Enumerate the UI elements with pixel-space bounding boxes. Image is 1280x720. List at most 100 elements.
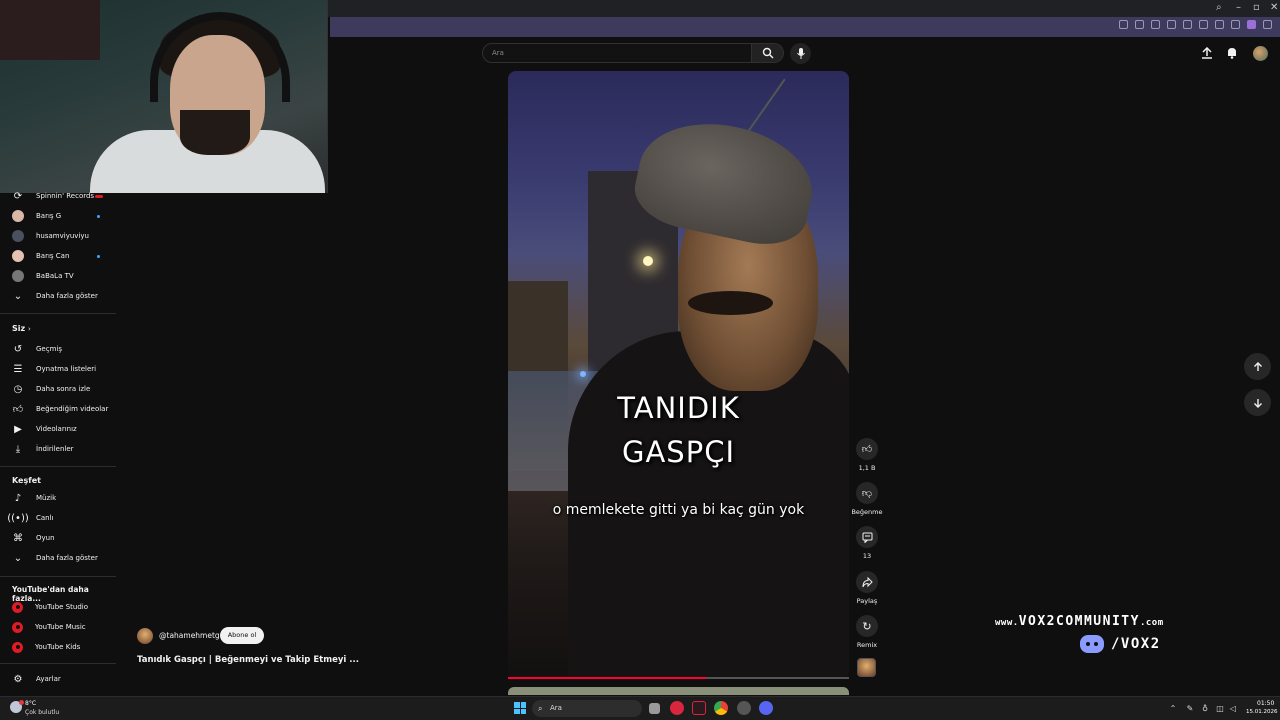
channel-name[interactable]: @tahamehmetg	[159, 631, 220, 640]
search-button[interactable]	[752, 43, 784, 63]
previous-video-button[interactable]	[1244, 353, 1271, 380]
notifications-button[interactable]	[1225, 46, 1239, 60]
sidebar-item-liked-videos[interactable]: 👍︎ Beğendiğim videolar	[0, 399, 118, 419]
tray-app-icon[interactable]: ✎	[1185, 703, 1195, 713]
menu-icon[interactable]	[1215, 20, 1224, 29]
upload-button[interactable]	[1200, 46, 1214, 60]
search-icon	[762, 47, 773, 59]
clock-date[interactable]: 15.01.2026	[1246, 709, 1278, 715]
share-action[interactable]: Paylaş	[850, 571, 884, 605]
you-heading[interactable]: Siz ›	[12, 324, 31, 333]
show-more-explore[interactable]: ⌄ Daha fazla göster	[0, 548, 118, 568]
explore-heading: Keşfet	[12, 476, 41, 485]
sidebar-item-settings[interactable]: ⚙ Ayarlar	[0, 669, 118, 689]
vivaldi-icon[interactable]	[692, 701, 706, 715]
live-badge	[95, 194, 103, 198]
comments-button[interactable]	[856, 526, 878, 548]
settings-icon[interactable]	[1263, 20, 1272, 29]
close-button[interactable]: ✕	[1270, 2, 1278, 13]
video-progress-bar[interactable]	[508, 677, 849, 679]
sidebar-item-playlists[interactable]: ☰ Oynatma listeleri	[0, 359, 118, 379]
channel-avatar[interactable]	[137, 628, 153, 644]
sidebar-item-subscription[interactable]: ⟳ Spinnin' Records	[0, 186, 118, 206]
user-icon[interactable]	[1231, 20, 1240, 29]
chrome-icon[interactable]	[714, 701, 728, 715]
app-icon[interactable]	[737, 701, 751, 715]
sidebar-item-subscription[interactable]: BaBaLa TV	[0, 266, 118, 286]
like-button[interactable]: 👍︎	[856, 438, 878, 460]
screen: ⌕ – ▫ ✕ ⟳ Spinnin' Records Barış G husam…	[0, 0, 1280, 720]
chevron-right-icon: ›	[27, 325, 31, 333]
show-more-subscriptions[interactable]: ⌄ Daha fazla göster	[0, 286, 118, 306]
account-avatar[interactable]	[1253, 46, 1268, 61]
search-input[interactable]: Ara	[482, 43, 752, 63]
sidebar-item-downloads[interactable]: ⤓ İndirilenler	[0, 439, 118, 459]
share-button[interactable]	[856, 571, 878, 593]
sidebar-item-label: İndirilenler	[36, 445, 74, 453]
download-icon[interactable]	[1199, 20, 1208, 29]
minimize-button[interactable]: –	[1236, 2, 1241, 13]
sidebar-item-label: BaBaLa TV	[36, 272, 74, 280]
youtube-kids-icon	[12, 641, 23, 653]
discord-taskbar-icon[interactable]	[759, 701, 773, 715]
remix-action[interactable]: ↻ Remix	[850, 615, 884, 649]
search-icon: ⌕	[538, 704, 543, 713]
sidebar-item-your-videos[interactable]: ▶ Videolarınız	[0, 419, 118, 439]
next-video-preview[interactable]	[508, 687, 849, 695]
like-action[interactable]: 👍︎ 1,1 B	[850, 438, 884, 472]
start-button[interactable]	[514, 702, 526, 714]
weather-description[interactable]: Çok bulutlu	[25, 709, 59, 716]
dislike-button[interactable]: 👎︎	[856, 482, 878, 504]
chevron-down-icon: ⌄	[13, 290, 23, 302]
video-title[interactable]: Tanıdık Gaspçı | Beğenmeyi ve Takip Etme…	[137, 655, 359, 665]
next-video-button[interactable]	[1244, 389, 1271, 416]
thumbs-up-icon: 👍︎	[861, 444, 873, 455]
watermark-url-prefix: www.	[995, 618, 1019, 628]
edit-icon[interactable]	[1119, 20, 1128, 29]
microphone-icon[interactable]: ♁	[1200, 703, 1210, 713]
discord-icon	[1080, 635, 1104, 653]
weather-temperature[interactable]: 8°C	[25, 700, 36, 707]
remix-button[interactable]: ↻	[856, 615, 878, 637]
wifi-icon[interactable]: ◫	[1215, 703, 1225, 713]
sidebar-item-gaming[interactable]: ⌘ Oyun	[0, 528, 118, 548]
comments-action[interactable]: 13	[850, 526, 884, 560]
play-icon[interactable]	[1167, 20, 1176, 29]
taskbar-search[interactable]: ⌕ Ara	[532, 700, 642, 717]
chevron-down-icon: ⌄	[13, 552, 23, 564]
sidebar-item-history[interactable]: ↺ Geçmiş	[0, 339, 118, 359]
sidebar-item-subscription[interactable]: Barış Can	[0, 246, 118, 266]
shorts-video-player[interactable]: TANIDIK GASPÇI o memlekete gitti ya bi k…	[508, 71, 849, 679]
opera-icon[interactable]	[670, 701, 684, 715]
clock-time[interactable]: 01:50	[1257, 700, 1274, 707]
sidebar-item-youtube-music[interactable]: YouTube Music	[0, 617, 118, 637]
maximize-button[interactable]: ▫	[1253, 2, 1260, 13]
sidebar-item-label: Canlı	[36, 514, 54, 522]
sidebar-item-live[interactable]: ((•)) Canlı	[0, 508, 118, 528]
heart-icon[interactable]	[1183, 20, 1192, 29]
sidebar-item-label: Videolarınız	[36, 425, 77, 433]
arrow-up-icon	[1253, 361, 1262, 371]
subscribe-button[interactable]: Abone ol	[220, 627, 264, 644]
sidebar-item-subscription[interactable]: husamviyuviyu	[0, 226, 118, 246]
voice-search-button[interactable]	[790, 43, 811, 64]
extension-icon[interactable]	[1247, 20, 1256, 29]
dislike-action[interactable]: 👎︎ Beğenme	[850, 482, 884, 516]
search-icon[interactable]: ⌕	[1216, 2, 1222, 13]
sidebar-item-watch-later[interactable]: ◷ Daha sonra izle	[0, 379, 118, 399]
sound-thumbnail[interactable]	[857, 658, 876, 677]
chevron-up-icon[interactable]: ⌃	[1168, 703, 1178, 713]
camera-icon[interactable]	[1135, 20, 1144, 29]
shield-icon[interactable]	[1151, 20, 1160, 29]
remix-label: Remix	[856, 641, 878, 649]
task-view-icon[interactable]	[649, 703, 660, 714]
volume-icon[interactable]: ◁	[1228, 703, 1238, 713]
webcam-overlay	[0, 0, 328, 193]
sidebar-item-subscription[interactable]: Barış G	[0, 206, 118, 226]
sidebar-item-youtube-studio[interactable]: YouTube Studio	[0, 597, 118, 617]
browser-toolbar	[330, 17, 1280, 37]
sidebar-item-youtube-kids[interactable]: YouTube Kids	[0, 637, 118, 657]
sidebar-item-music[interactable]: ♪ Müzik	[0, 488, 118, 508]
windows-taskbar: 8°C Çok bulutlu ⌕ Ara ⌃ ✎ ♁ ◫ ◁ 01:50 15.…	[0, 696, 1280, 720]
weather-icon[interactable]	[10, 700, 24, 713]
